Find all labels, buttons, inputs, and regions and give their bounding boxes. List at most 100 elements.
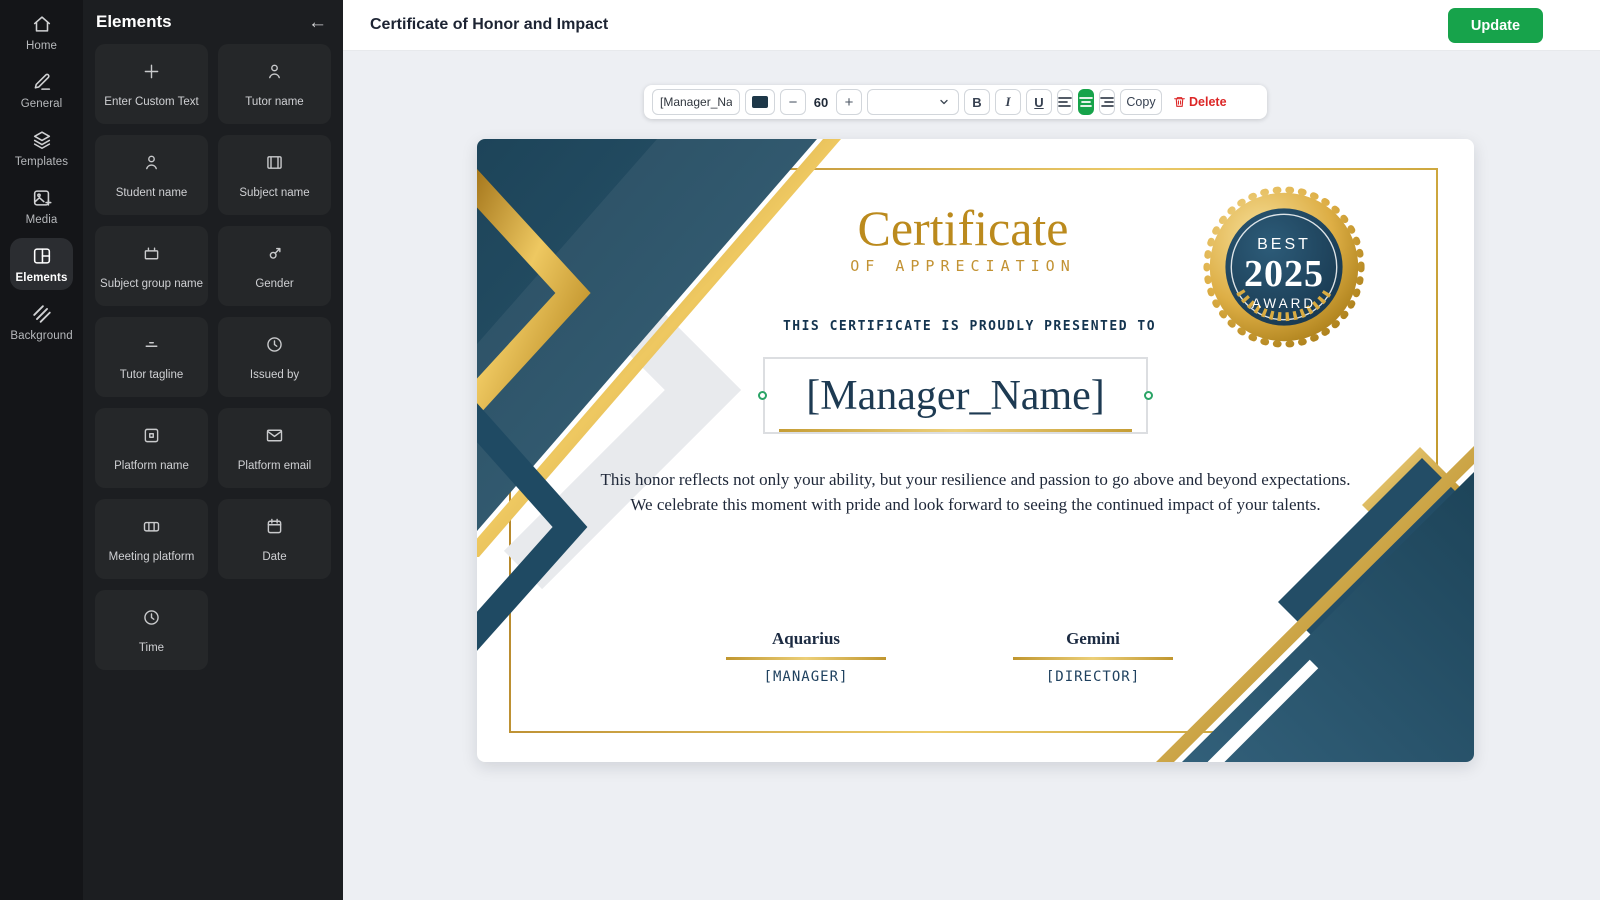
card-subject-group-name[interactable]: Subject group name bbox=[95, 226, 208, 306]
text-toolbar: − 60 + B I U Copy Delete bbox=[644, 85, 1267, 119]
rail-item-label: Background bbox=[10, 330, 72, 342]
card-label: Date bbox=[258, 551, 290, 563]
signature-role: [DIRECTOR] bbox=[993, 669, 1193, 685]
square-in-square-icon bbox=[141, 425, 162, 451]
badge-bottom-text: AWARD bbox=[1201, 296, 1367, 311]
body-line-1: This honor reflects not only your abilit… bbox=[537, 467, 1414, 492]
card-label: Gender bbox=[251, 278, 297, 290]
rail-item-general[interactable]: General bbox=[10, 64, 73, 116]
font-size-increase-button[interactable]: + bbox=[836, 89, 862, 115]
card-enter-custom-text[interactable]: Enter Custom Text bbox=[95, 44, 208, 124]
rail-item-media[interactable]: Media bbox=[10, 180, 73, 232]
align-right-icon bbox=[1100, 96, 1114, 108]
rail-item-templates[interactable]: Templates bbox=[10, 122, 73, 174]
font-size-value: 60 bbox=[811, 95, 831, 110]
presented-to-text[interactable]: THIS CERTIFICATE IS PROUDLY PRESENTED TO bbox=[477, 319, 1462, 334]
calendar-icon bbox=[264, 516, 285, 542]
manager-name-text: [Manager_Name] bbox=[806, 372, 1105, 420]
person-icon bbox=[264, 61, 285, 87]
plus-icon bbox=[141, 61, 162, 87]
align-center-button[interactable] bbox=[1078, 89, 1094, 115]
card-tutor-tagline[interactable]: Tutor tagline bbox=[95, 317, 208, 397]
card-time[interactable]: Time bbox=[95, 590, 208, 670]
resize-handle-right[interactable] bbox=[1144, 391, 1153, 400]
elements-panel: Elements ← Enter Custom Text Tutor name … bbox=[83, 0, 343, 900]
diagonal-hatch-icon bbox=[31, 303, 53, 325]
rail-item-label: Templates bbox=[15, 156, 68, 168]
signature-line bbox=[1013, 657, 1173, 660]
card-student-name[interactable]: Student name bbox=[95, 135, 208, 215]
person-icon bbox=[141, 152, 162, 178]
image-plus-icon bbox=[31, 187, 53, 209]
edit-icon bbox=[31, 71, 53, 93]
update-button[interactable]: Update bbox=[1448, 8, 1543, 43]
card-meeting-platform[interactable]: Meeting platform bbox=[95, 499, 208, 579]
underline-button[interactable]: U bbox=[1026, 89, 1052, 115]
signature-block-director[interactable]: Gemini [DIRECTOR] bbox=[993, 629, 1193, 685]
rail-item-label: General bbox=[21, 98, 63, 110]
certificate-title-text[interactable]: Certificate bbox=[477, 199, 1449, 257]
rail-item-home[interactable]: Home bbox=[10, 6, 73, 58]
align-left-button[interactable] bbox=[1057, 89, 1073, 115]
card-date[interactable]: Date bbox=[218, 499, 331, 579]
rail-item-label: Media bbox=[26, 214, 58, 226]
certificate-body-text[interactable]: This honor reflects not only your abilit… bbox=[537, 467, 1414, 517]
card-subject-name[interactable]: Subject name bbox=[218, 135, 331, 215]
align-right-button[interactable] bbox=[1099, 89, 1115, 115]
signature-name: Aquarius bbox=[706, 629, 906, 649]
rail-item-label: Elements bbox=[16, 272, 68, 284]
card-gender[interactable]: Gender bbox=[218, 226, 331, 306]
font-family-select[interactable] bbox=[867, 89, 959, 115]
card-label: Platform email bbox=[234, 460, 316, 472]
rail-item-elements[interactable]: Elements bbox=[10, 238, 73, 290]
card-label: Tutor name bbox=[241, 96, 307, 108]
rail-item-label: Home bbox=[26, 40, 57, 52]
card-label: Time bbox=[135, 642, 168, 654]
name-gold-underline bbox=[779, 429, 1132, 432]
copy-button[interactable]: Copy bbox=[1120, 89, 1162, 115]
clock-icon bbox=[141, 607, 162, 633]
card-issued-by[interactable]: Issued by bbox=[218, 317, 331, 397]
certificate-canvas[interactable]: BEST 2025 AWARD Certificate OF APPRECIAT… bbox=[477, 139, 1474, 762]
page-title: Certificate of Honor and Impact bbox=[370, 16, 608, 34]
card-label: Tutor tagline bbox=[116, 369, 188, 381]
signature-line bbox=[726, 657, 886, 660]
signature-block-manager[interactable]: Aquarius [MANAGER] bbox=[706, 629, 906, 685]
envelope-icon bbox=[264, 425, 285, 451]
italic-button[interactable]: I bbox=[995, 89, 1021, 115]
film-frame-icon bbox=[264, 152, 285, 178]
signature-role: [MANAGER] bbox=[706, 669, 906, 685]
align-left-icon bbox=[1058, 96, 1072, 108]
editor-main: Certificate of Honor and Impact Update −… bbox=[343, 0, 1600, 900]
card-bars-icon bbox=[141, 516, 162, 542]
card-label: Subject group name bbox=[96, 278, 207, 290]
bold-button[interactable]: B bbox=[964, 89, 990, 115]
card-platform-name[interactable]: Platform name bbox=[95, 408, 208, 488]
collapse-arrow-icon[interactable]: ← bbox=[308, 13, 327, 32]
card-tutor-name[interactable]: Tutor name bbox=[218, 44, 331, 124]
resize-handle-left[interactable] bbox=[758, 391, 767, 400]
card-platform-email[interactable]: Platform email bbox=[218, 408, 331, 488]
panel-title: Elements bbox=[96, 12, 172, 32]
align-center-icon bbox=[1079, 96, 1093, 108]
clock-icon bbox=[264, 334, 285, 360]
card-label: Student name bbox=[112, 187, 192, 199]
font-size-decrease-button[interactable]: − bbox=[780, 89, 806, 115]
card-label: Enter Custom Text bbox=[100, 96, 202, 108]
selected-text-element[interactable]: [Manager_Name] bbox=[763, 357, 1148, 434]
topbar: Certificate of Honor and Impact Update bbox=[343, 0, 1600, 51]
left-rail: Home General Templates Media Elements Ba… bbox=[0, 0, 83, 900]
home-icon bbox=[31, 13, 53, 35]
text-color-button[interactable] bbox=[745, 89, 775, 115]
certificate-subtitle-text[interactable]: OF APPRECIATION bbox=[477, 257, 1449, 275]
trash-icon bbox=[1173, 95, 1186, 109]
delete-button[interactable]: Delete bbox=[1173, 95, 1227, 109]
gender-icon bbox=[264, 243, 285, 269]
rail-item-background[interactable]: Background bbox=[10, 296, 73, 348]
signature-name: Gemini bbox=[993, 629, 1193, 649]
delete-label: Delete bbox=[1189, 95, 1227, 109]
text-content-input[interactable] bbox=[652, 89, 740, 115]
card-label: Issued by bbox=[246, 369, 303, 381]
chevron-down-icon bbox=[938, 96, 950, 108]
body-line-2: We celebrate this moment with pride and … bbox=[537, 492, 1414, 517]
